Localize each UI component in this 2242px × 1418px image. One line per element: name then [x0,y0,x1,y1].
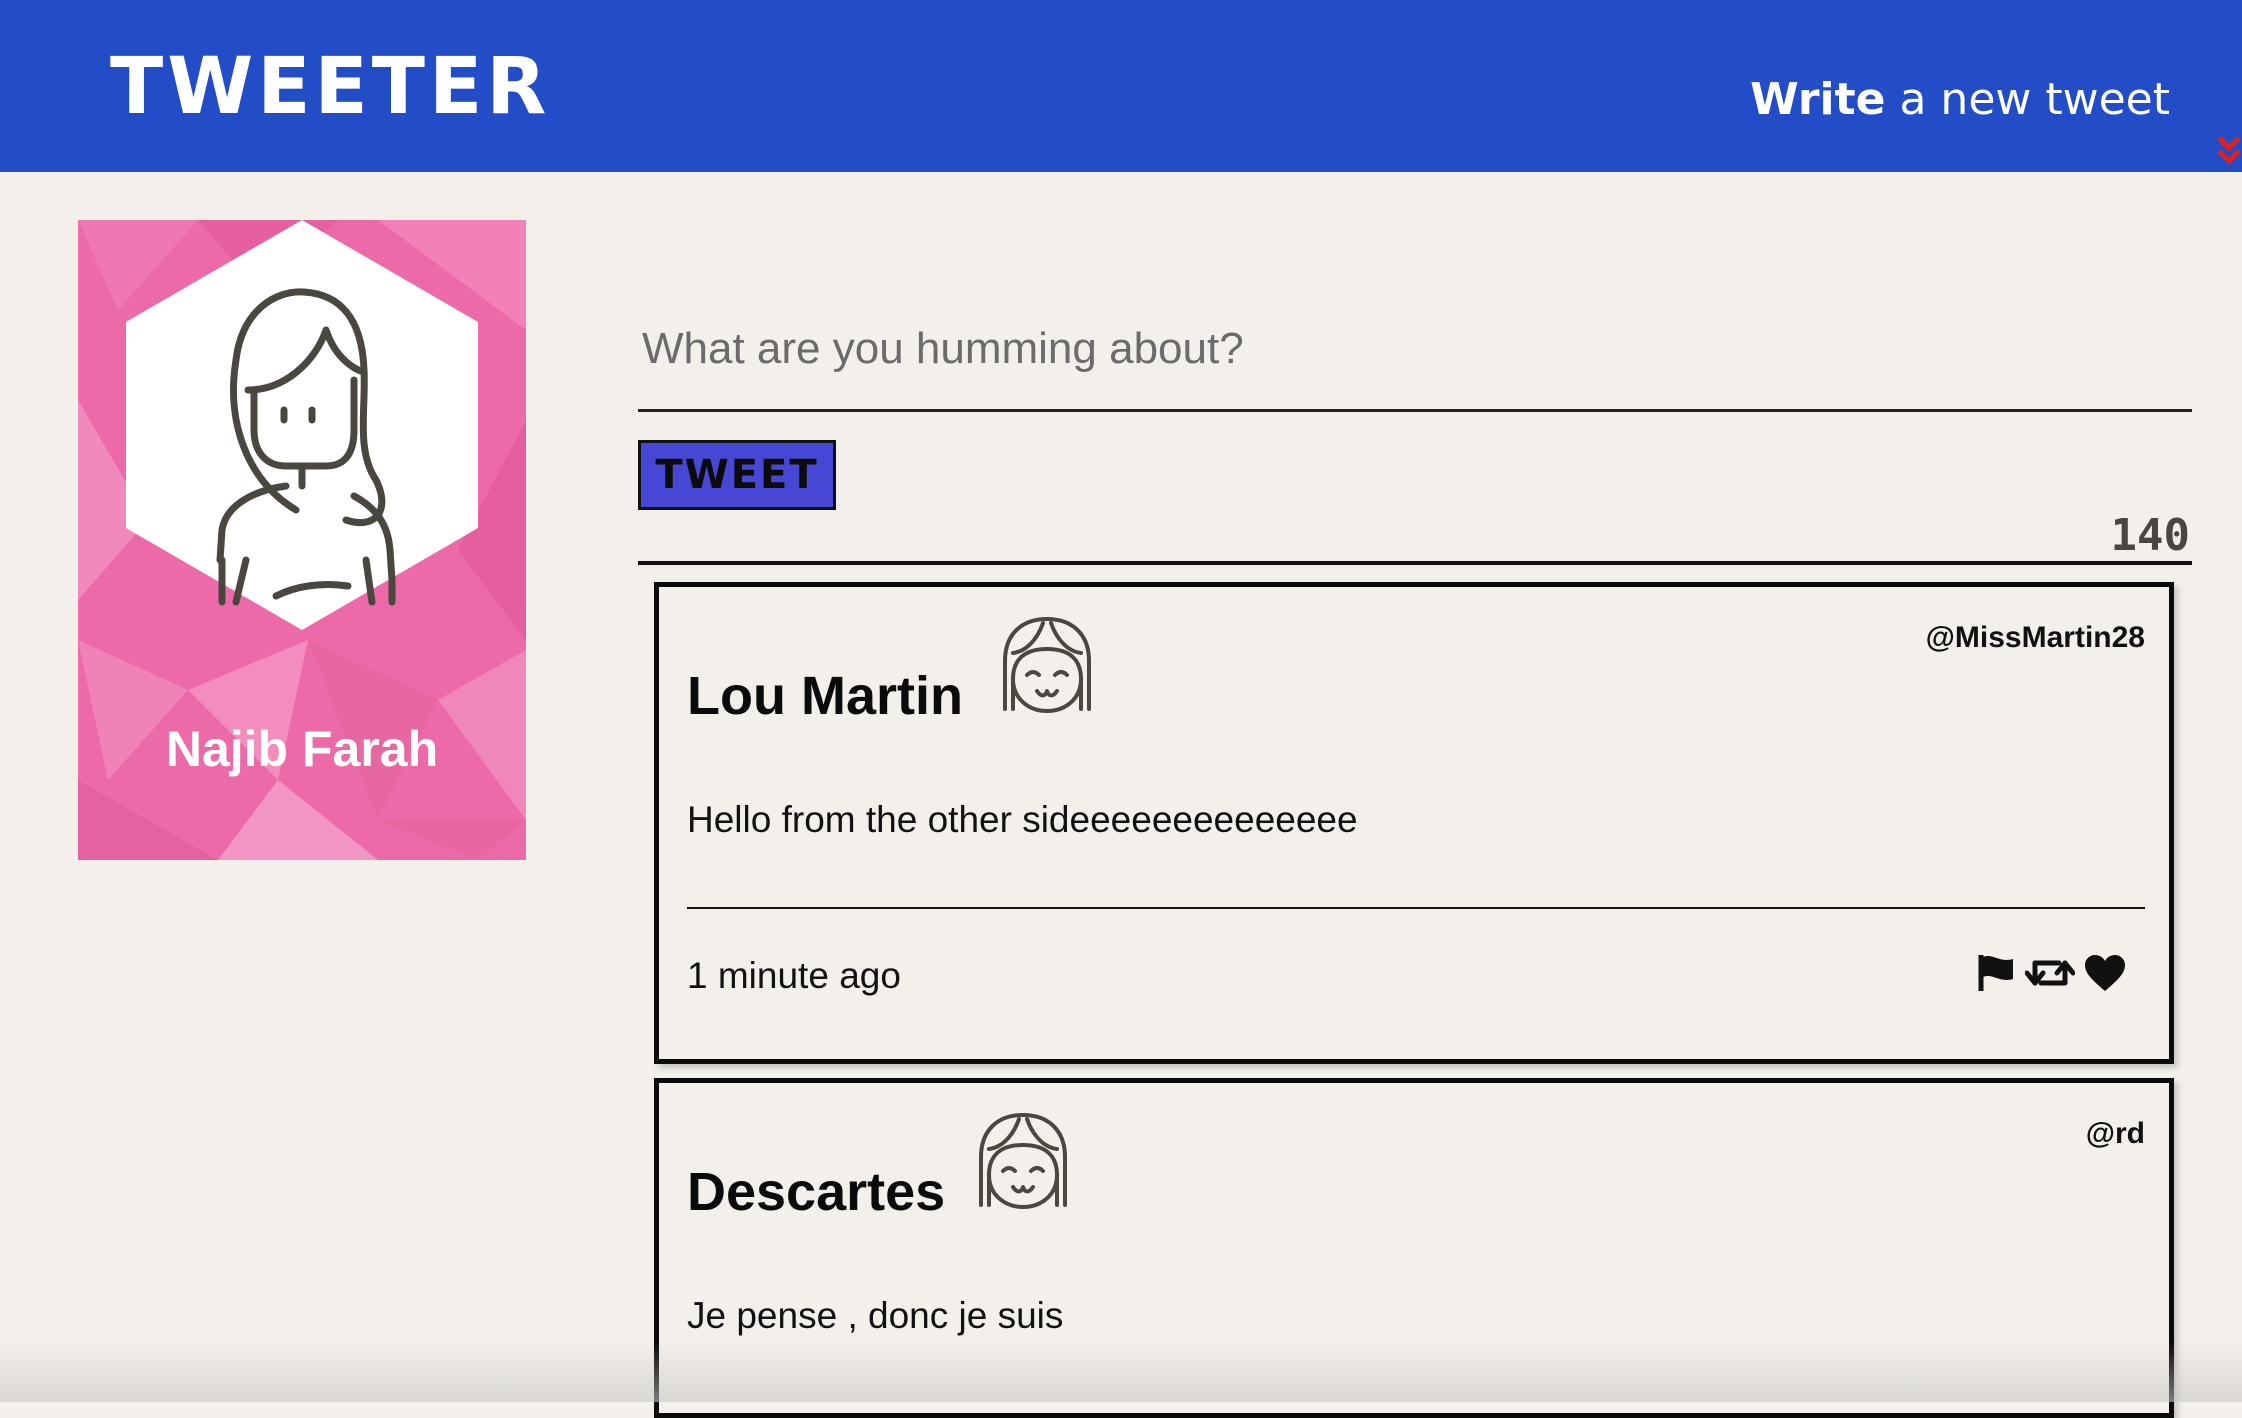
write-label: Write [1750,74,1886,125]
tweet-text-input[interactable] [638,288,2192,412]
tweet-divider [687,907,2145,909]
tweet-submit-button[interactable]: TWEET [638,440,836,510]
tweet-timestamp: 1 minute ago [687,955,901,996]
tweet-text: Je pense , donc je suis [687,1295,1064,1336]
tweet-author-handle[interactable]: @rd [2086,1117,2145,1151]
double-chevron-down-icon[interactable] [2216,134,2242,168]
tweet-author-name: Lou Martin [687,666,963,726]
tweet-text: Hello from the other sideeeeeeeeeeeeee [687,799,1358,840]
profile-username: Najib Farah [165,721,439,777]
heart-icon[interactable] [2083,953,2127,997]
tweet-avatar-icon [1003,617,1091,713]
tweet-author-name: Descartes [687,1162,946,1222]
write-new-tweet-toggle[interactable]: Write a new tweet [1750,78,2170,122]
compose-divider [638,561,2192,565]
character-counter: 140 [2110,510,2190,561]
new-tweet-label: a new tweet [1885,74,2170,125]
tweet-avatar-icon [979,1113,1067,1209]
profile-avatar-hexagon [126,220,478,630]
brand-logo[interactable]: TWEETER [110,48,550,126]
navbar: TWEETER Write a new tweet [0,0,2242,172]
profile-card: Najib Farah [78,220,526,860]
tweet-author-handle[interactable]: @MissMartin28 [1926,621,2145,655]
bottom-shadow [0,1342,2242,1402]
tweet-actions [1977,953,2127,997]
retweet-icon[interactable] [2024,953,2076,997]
tweet-card: Lou Martin @MissMartin28 Hello from the … [654,582,2174,1064]
flag-icon[interactable] [1977,953,2017,997]
